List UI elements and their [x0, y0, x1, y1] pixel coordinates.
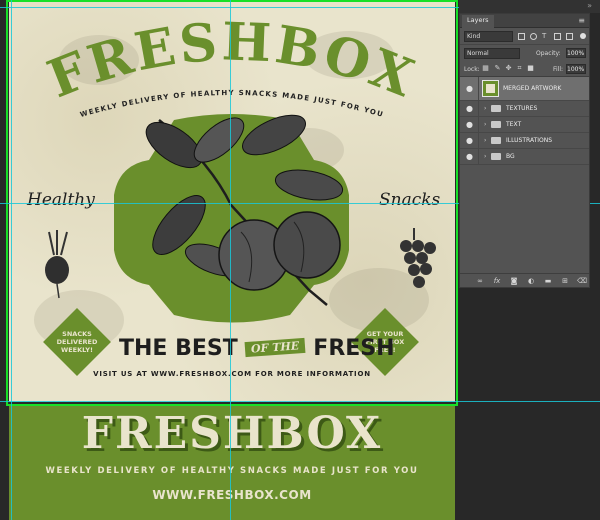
panel-menu-icon[interactable]: ≡: [578, 16, 585, 25]
beet-illustration: [45, 230, 69, 299]
layer-group-textures[interactable]: ● › TEXTURES: [460, 101, 589, 117]
lock-artboard-icon[interactable]: ⌗: [516, 65, 523, 72]
visibility-eye-icon[interactable]: ●: [466, 105, 475, 113]
divider: [478, 149, 479, 164]
fill-label: Fill:: [553, 66, 564, 73]
lock-transparent-icon[interactable]: ▦: [482, 65, 489, 72]
photoshop-workspace: FRESHBOX WEEKLY DELIVERY OF HEALTHY SNAC…: [0, 0, 600, 520]
lock-all-icon[interactable]: ■: [527, 65, 534, 72]
add-mask-icon[interactable]: ◙: [510, 277, 518, 285]
lock-label: Lock:: [464, 66, 480, 73]
visibility-eye-icon[interactable]: ●: [466, 85, 475, 93]
filter-pixel-icon[interactable]: [518, 33, 525, 40]
vertical-guide[interactable]: [230, 0, 231, 520]
expand-chevron-icon[interactable]: ›: [484, 105, 486, 112]
opacity-field[interactable]: 100%: [566, 48, 586, 58]
folder-icon: [491, 105, 501, 112]
divider: [478, 101, 479, 116]
layer-thumbnail: [482, 80, 499, 97]
lock-position-icon[interactable]: ✥: [505, 65, 512, 72]
filter-smartobject-icon[interactable]: [566, 33, 573, 40]
layer-group-text[interactable]: ● › TEXT: [460, 117, 589, 133]
add-style-icon[interactable]: fx: [493, 277, 501, 285]
expand-chevron-icon[interactable]: ›: [484, 137, 486, 144]
filter-toggle-icon[interactable]: [580, 33, 586, 39]
blend-row: Normal Opacity: 100%: [460, 45, 589, 61]
trash-icon[interactable]: ⌫: [577, 277, 587, 285]
layer-name: TEXT: [506, 121, 522, 128]
lock-paint-icon[interactable]: ✎: [494, 65, 501, 72]
expand-chevron-icon[interactable]: ›: [484, 153, 486, 160]
link-layers-icon[interactable]: ∞: [476, 277, 484, 285]
visibility-eye-icon[interactable]: ●: [466, 153, 475, 161]
lower-banner-artwork[interactable]: FRESHBOX WEEKLY DELIVERY OF HEALTHY SNAC…: [9, 406, 455, 520]
layer-name: TEXTURES: [506, 105, 538, 112]
collapse-panels-icon[interactable]: »: [587, 1, 592, 10]
layer-group-illustrations[interactable]: ● › ILLUSTRATIONS: [460, 133, 589, 149]
layers-panel: Layers ≡ Kind T Normal Opacity: 100% Loc…: [459, 13, 590, 288]
divider: [478, 77, 479, 100]
visibility-eye-icon[interactable]: ●: [466, 137, 475, 145]
script-healthy: Healthy: [27, 190, 95, 210]
adjustment-layer-icon[interactable]: ◐: [527, 277, 535, 285]
filter-row: Kind T: [460, 28, 589, 45]
horizontal-guide-bottom[interactable]: [0, 401, 600, 402]
banner-url: WWW.FRESHBOX.COM: [152, 488, 312, 502]
new-layer-icon[interactable]: ⊞: [561, 277, 569, 285]
new-group-icon[interactable]: ▬: [544, 277, 552, 285]
banner-subtitle: WEEKLY DELIVERY OF HEALTHY SNACKS MADE J…: [45, 466, 419, 476]
visibility-eye-icon[interactable]: ●: [466, 121, 475, 129]
divider: [478, 117, 479, 132]
opacity-label: Opacity:: [536, 50, 561, 57]
folder-icon: [491, 137, 501, 144]
fill-field[interactable]: 100%: [566, 64, 586, 74]
visit-line: VISIT US AT WWW.FRESHBOX.COM FOR MORE IN…: [93, 370, 371, 378]
artwork-canvas[interactable]: FRESHBOX WEEKLY DELIVERY OF HEALTHY SNAC…: [9, 0, 455, 402]
banner-title: FRESHBOX: [81, 408, 383, 459]
filter-kind-dropdown[interactable]: Kind: [464, 31, 513, 42]
script-snacks: Snacks: [379, 190, 441, 210]
lock-row: Lock: ▦ ✎ ✥ ⌗ ■ Fill: 100%: [460, 61, 589, 77]
layer-group-bg[interactable]: ● › BG: [460, 149, 589, 165]
layer-name: ILLUSTRATIONS: [506, 137, 553, 144]
tagline-best-of-the-fresh: THE BEST OF THE FRESH: [119, 336, 395, 361]
filter-shape-icon[interactable]: [554, 33, 561, 40]
panel-dock-header[interactable]: »: [459, 0, 600, 13]
divider: [478, 133, 479, 148]
folder-icon: [491, 121, 501, 128]
badge-left-text: SNACKS DELIVERED WEEKLY!: [56, 330, 98, 354]
filter-type-icon[interactable]: T: [542, 33, 549, 40]
tagline-ribbon: OF THE: [244, 337, 307, 358]
layer-merged-artwork[interactable]: ● MERGED ARTWORK: [460, 77, 589, 101]
filter-adjustment-icon[interactable]: [530, 33, 537, 40]
blend-mode-dropdown[interactable]: Normal: [464, 48, 520, 59]
folder-icon: [491, 153, 501, 160]
expand-chevron-icon[interactable]: ›: [484, 121, 486, 128]
vertical-guide-left[interactable]: [11, 0, 12, 520]
tab-layers[interactable]: Layers: [462, 15, 494, 28]
layers-panel-toolbar: ∞ fx ◙ ◐ ▬ ⊞ ⌫: [460, 273, 589, 287]
layer-name: MERGED ARTWORK: [503, 85, 562, 92]
layer-name: BG: [506, 153, 515, 160]
layers-tab-bar: Layers ≡: [460, 14, 589, 28]
